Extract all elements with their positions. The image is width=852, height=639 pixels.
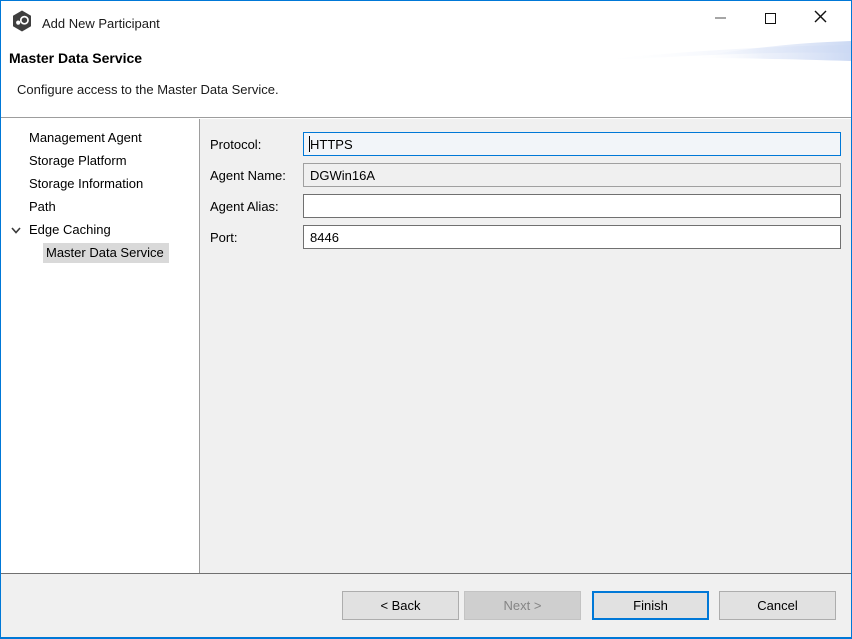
page-subtitle: Configure access to the Master Data Serv… <box>17 82 279 97</box>
dialog-footer: < Back Next > Finish Cancel <box>1 573 851 637</box>
maximize-icon <box>765 13 776 24</box>
close-icon <box>814 10 827 26</box>
agent-alias-input[interactable] <box>303 194 841 218</box>
minimize-icon <box>715 17 726 19</box>
agent-name-input <box>303 163 841 187</box>
form-panel: Protocol: Agent Name: Agent Alias: P <box>200 119 851 573</box>
sidebar-item-storage-information[interactable]: Storage Information <box>1 172 199 195</box>
minimize-button[interactable] <box>695 1 745 35</box>
port-input[interactable] <box>303 225 841 249</box>
port-label: Port: <box>210 230 303 245</box>
agent-name-label: Agent Name: <box>210 168 303 183</box>
back-button[interactable]: < Back <box>342 591 459 620</box>
maximize-button[interactable] <box>745 1 795 35</box>
finish-button[interactable]: Finish <box>592 591 709 620</box>
close-button[interactable] <box>795 1 845 35</box>
next-button: Next > <box>464 591 581 620</box>
title-bar: Add New Participant <box>1 1 851 41</box>
sidebar-item-path[interactable]: Path <box>1 195 199 218</box>
sidebar-item-management-agent[interactable]: Management Agent <box>1 126 199 149</box>
protocol-input[interactable] <box>303 132 841 156</box>
chevron-down-icon[interactable] <box>9 223 23 237</box>
selected-step-highlight: Master Data Service <box>43 243 169 263</box>
sidebar-item-master-data-service[interactable]: Master Data Service <box>1 241 199 264</box>
dialog-body: Management Agent Storage Platform Storag… <box>1 119 851 573</box>
header-swoosh-decoration <box>531 37 851 65</box>
text-caret <box>309 136 310 152</box>
page-title: Master Data Service <box>9 50 142 66</box>
wizard-steps-sidebar: Management Agent Storage Platform Storag… <box>1 119 200 573</box>
app-hexagon-logo-icon <box>11 10 33 35</box>
window-title: Add New Participant <box>42 14 160 31</box>
agent-alias-label: Agent Alias: <box>210 199 303 214</box>
add-new-participant-dialog: Add New Participant <box>0 0 852 639</box>
wizard-step-header: Master Data Service Configure access to … <box>1 41 851 118</box>
cancel-button[interactable]: Cancel <box>719 591 836 620</box>
sidebar-item-storage-platform[interactable]: Storage Platform <box>1 149 199 172</box>
protocol-label: Protocol: <box>210 137 303 152</box>
sidebar-item-edge-caching[interactable]: Edge Caching <box>1 218 199 241</box>
